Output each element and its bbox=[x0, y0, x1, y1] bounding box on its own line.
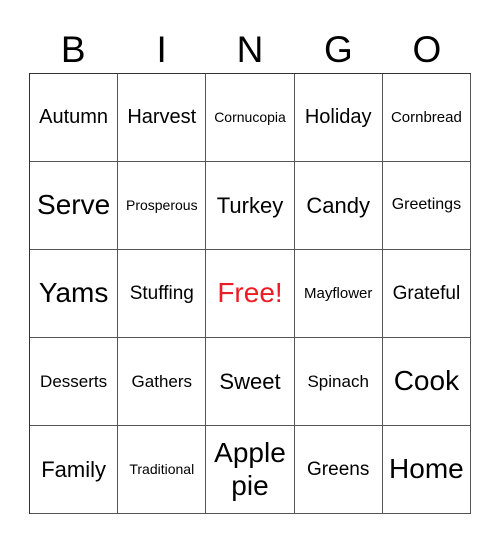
header-letter-g: G bbox=[324, 29, 353, 70]
bingo-cell[interactable]: Prosperous bbox=[118, 162, 207, 250]
bingo-cell[interactable]: Cornucopia bbox=[206, 74, 295, 162]
header-letter-i: I bbox=[156, 29, 167, 70]
bingo-cell[interactable]: Desserts bbox=[30, 338, 119, 426]
bingo-cell[interactable]: Greetings bbox=[382, 162, 471, 250]
bingo-cell[interactable]: Sweet bbox=[206, 338, 295, 426]
bingo-cell[interactable]: Traditional bbox=[118, 426, 207, 514]
free-space[interactable]: Free! bbox=[206, 250, 295, 338]
bingo-cell[interactable]: Cornbread bbox=[382, 74, 471, 162]
bingo-cell[interactable]: Family bbox=[30, 426, 119, 514]
bingo-cell[interactable]: Candy bbox=[294, 162, 383, 250]
bingo-grid: Autumn Harvest Cornucopia Holiday Cornbr… bbox=[29, 73, 471, 514]
bingo-cell[interactable]: Cook bbox=[382, 338, 471, 426]
bingo-cell[interactable]: Mayflower bbox=[294, 250, 383, 338]
bingo-cell[interactable]: Harvest bbox=[118, 74, 207, 162]
bingo-cell[interactable]: Grateful bbox=[382, 250, 471, 338]
bingo-cell[interactable]: Serve bbox=[30, 162, 119, 250]
bingo-cell[interactable]: Spinach bbox=[294, 338, 383, 426]
bingo-cell[interactable]: Stuffing bbox=[118, 250, 207, 338]
bingo-cell[interactable]: Greens bbox=[294, 426, 383, 514]
header-letter-n: N bbox=[236, 29, 264, 70]
bingo-cell[interactable]: Apple pie bbox=[206, 426, 295, 514]
bingo-cell[interactable]: Turkey bbox=[206, 162, 295, 250]
bingo-cell[interactable]: Holiday bbox=[294, 74, 383, 162]
bingo-cell[interactable]: Home bbox=[382, 426, 471, 514]
bingo-header: B I N G O bbox=[29, 28, 471, 72]
bingo-cell[interactable]: Autumn bbox=[30, 74, 119, 162]
bingo-cell[interactable]: Yams bbox=[30, 250, 119, 338]
header-letter-o: O bbox=[412, 29, 442, 70]
bingo-cell[interactable]: Gathers bbox=[118, 338, 207, 426]
header-letter-b: B bbox=[60, 29, 86, 70]
